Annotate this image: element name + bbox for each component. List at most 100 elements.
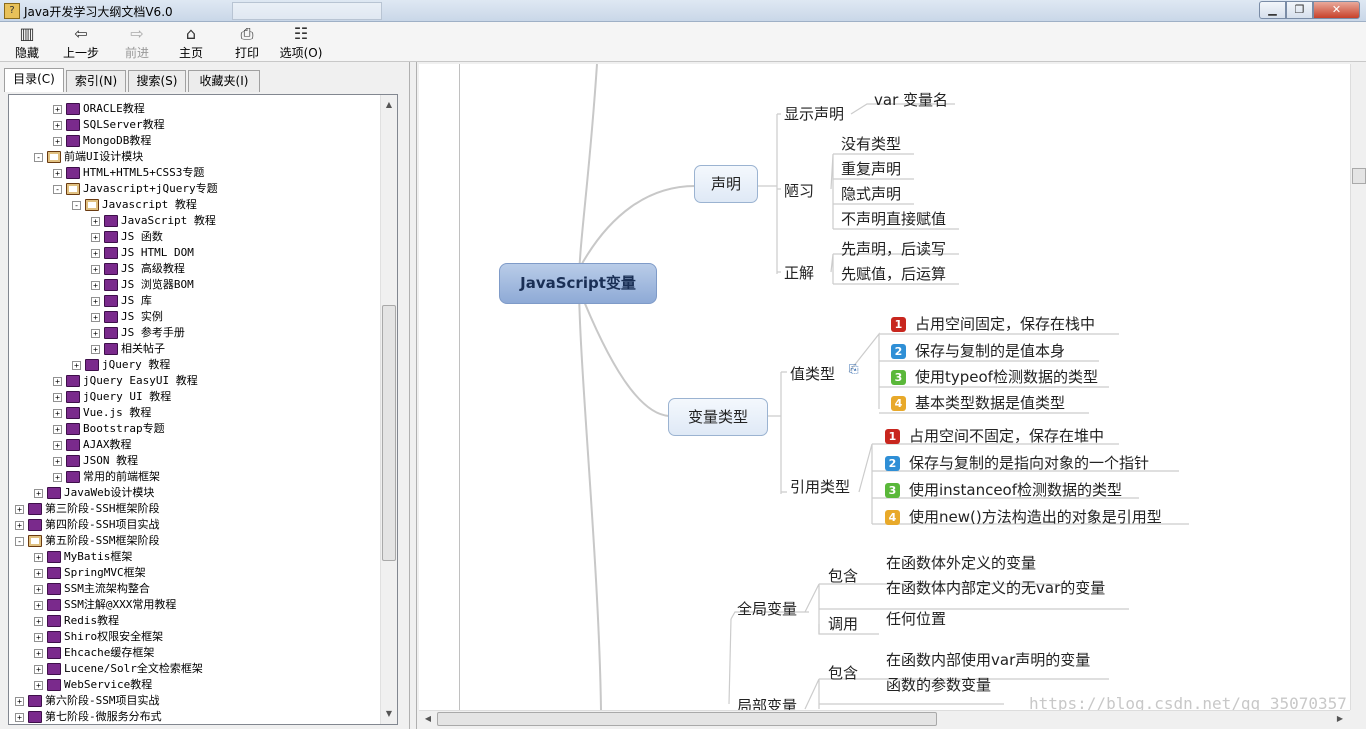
- node-correct-way[interactable]: 正解: [784, 262, 814, 283]
- tree-item[interactable]: + JSON 教程: [53, 453, 138, 469]
- node-var-syntax[interactable]: var 变量名: [874, 89, 948, 110]
- node-global-1[interactable]: 在函数体外定义的变量: [886, 552, 1036, 573]
- node-ref-1[interactable]: 1 占用空间不固定，保存在堆中: [885, 425, 1104, 446]
- collapse-icon[interactable]: -: [34, 152, 43, 162]
- tree-item[interactable]: + jQuery EasyUI 教程: [53, 373, 198, 389]
- expand-icon[interactable]: +: [53, 136, 62, 146]
- node-explicit-declaration[interactable]: 显示声明: [784, 103, 844, 124]
- tree-scrollbar[interactable]: ▲ ▼: [380, 95, 397, 724]
- collapse-icon[interactable]: -: [72, 200, 81, 210]
- tree-item[interactable]: + Shiro权限安全框架: [34, 629, 163, 645]
- expand-icon[interactable]: +: [53, 456, 62, 466]
- tab-index[interactable]: 索引(N): [66, 70, 126, 92]
- tree-item[interactable]: + JS 参考手册: [91, 325, 185, 341]
- node-good-2[interactable]: 先赋值，后运算: [841, 263, 946, 284]
- forward-button[interactable]: ⇨ 前进: [112, 24, 162, 60]
- tree-item[interactable]: + SSM注解@XXX常用教程: [34, 597, 176, 613]
- node-value-type[interactable]: 值类型: [790, 363, 835, 384]
- node-global-call[interactable]: 调用: [828, 613, 858, 634]
- tree-item[interactable]: + WebService教程: [34, 677, 152, 693]
- topic-declaration[interactable]: 声明: [694, 165, 758, 203]
- expand-icon[interactable]: +: [91, 312, 100, 322]
- tree-item[interactable]: + SSM主流架构整合: [34, 581, 150, 597]
- tree-item[interactable]: + HTML+HTML5+CSS3专题: [53, 165, 204, 181]
- options-button[interactable]: ☷ 选项(O): [276, 24, 326, 60]
- expand-icon[interactable]: +: [34, 488, 43, 498]
- node-local-variable[interactable]: 局部变量: [737, 695, 797, 710]
- paperclip-icon[interactable]: ⎘: [849, 362, 859, 377]
- back-button[interactable]: ⇦ 上一步: [56, 24, 106, 60]
- minimize-button[interactable]: ▁: [1259, 1, 1286, 19]
- node-ref-2[interactable]: 2 保存与复制的是指向对象的一个指针: [885, 452, 1149, 473]
- expand-icon[interactable]: +: [91, 248, 100, 258]
- expand-icon[interactable]: +: [53, 120, 62, 130]
- expand-icon[interactable]: +: [53, 440, 62, 450]
- expand-icon[interactable]: +: [91, 216, 100, 226]
- node-ref-3[interactable]: 3 使用instanceof检测数据的类型: [885, 479, 1122, 500]
- expand-icon[interactable]: +: [34, 632, 43, 642]
- expand-icon[interactable]: +: [34, 616, 43, 626]
- expand-icon[interactable]: +: [15, 504, 24, 514]
- node-ref-4[interactable]: 4 使用new()方法构造出的对象是引用型: [885, 506, 1162, 527]
- background-window-tab[interactable]: [232, 2, 382, 20]
- expand-icon[interactable]: +: [15, 520, 24, 530]
- topic-variable-type[interactable]: 变量类型: [668, 398, 768, 436]
- tree-item[interactable]: + Redis教程: [34, 613, 119, 629]
- expand-icon[interactable]: +: [72, 360, 81, 370]
- node-bad-3[interactable]: 隐式声明: [841, 183, 901, 204]
- horizontal-scrollbar[interactable]: ◀ ▶: [419, 710, 1350, 727]
- expand-icon[interactable]: +: [91, 264, 100, 274]
- expand-icon[interactable]: +: [34, 680, 43, 690]
- expand-icon[interactable]: +: [91, 232, 100, 242]
- tree-item[interactable]: + MyBatis框架: [34, 549, 132, 565]
- node-bad-2[interactable]: 重复声明: [841, 158, 901, 179]
- tree-item[interactable]: + jQuery UI 教程: [53, 389, 171, 405]
- expand-icon[interactable]: +: [53, 376, 62, 386]
- tree-item[interactable]: + JS 高级教程: [91, 261, 185, 277]
- node-local-contains[interactable]: 包含: [828, 662, 858, 683]
- scroll-down-icon[interactable]: ▼: [382, 706, 396, 722]
- horizontal-scroll-thumb[interactable]: [437, 712, 937, 726]
- node-local-1[interactable]: 在函数内部使用var声明的变量: [886, 649, 1090, 670]
- expand-icon[interactable]: +: [91, 280, 100, 290]
- node-global-2[interactable]: 在函数体内部定义的无var的变量: [886, 577, 1105, 598]
- tree-item[interactable]: - Javascript 教程: [72, 197, 197, 213]
- tree-scroll-thumb[interactable]: [382, 305, 396, 561]
- tree-item[interactable]: + JS 函数: [91, 229, 163, 245]
- tree-item[interactable]: + SQLServer教程: [53, 117, 165, 133]
- node-global-variable[interactable]: 全局变量: [737, 598, 797, 619]
- vertical-scroll-thumb[interactable]: [1352, 168, 1366, 184]
- tree-item[interactable]: + 常用的前端框架: [53, 469, 160, 485]
- tree-item[interactable]: + JavaScript 教程: [91, 213, 216, 229]
- print-button[interactable]: ⎙ 打印: [222, 24, 272, 60]
- tree-item[interactable]: + jQuery 教程: [72, 357, 170, 373]
- scroll-left-icon[interactable]: ◀: [420, 711, 436, 727]
- expand-icon[interactable]: +: [53, 168, 62, 178]
- node-bad-4[interactable]: 不声明直接赋值: [841, 208, 946, 229]
- hide-button[interactable]: ▥ 隐藏: [2, 24, 52, 60]
- tree-item[interactable]: + JS 实例: [91, 309, 163, 325]
- node-global-contains[interactable]: 包含: [828, 565, 858, 586]
- root-topic[interactable]: JavaScript变量: [499, 263, 657, 304]
- tree-item[interactable]: + Ehcache缓存框架: [34, 645, 154, 661]
- vertical-scrollbar[interactable]: [1350, 64, 1366, 710]
- tab-favorites[interactable]: 收藏夹(I): [188, 70, 260, 92]
- expand-icon[interactable]: +: [34, 648, 43, 658]
- collapse-icon[interactable]: -: [15, 536, 24, 546]
- tree-item[interactable]: + Lucene/Solr全文检索框架: [34, 661, 203, 677]
- tab-search[interactable]: 搜索(S): [128, 70, 186, 92]
- tree-item[interactable]: + MongoDB教程: [53, 133, 151, 149]
- expand-icon[interactable]: +: [91, 344, 100, 354]
- tree-item[interactable]: + ORACLE教程: [53, 101, 145, 117]
- expand-icon[interactable]: +: [53, 472, 62, 482]
- node-good-1[interactable]: 先声明，后读写: [841, 238, 946, 259]
- tree-item[interactable]: + 第七阶段-微服务分布式: [15, 709, 162, 724]
- node-value-4[interactable]: 4 基本类型数据是值类型: [891, 392, 1065, 413]
- tree-item[interactable]: + JS 库: [91, 293, 152, 309]
- expand-icon[interactable]: +: [34, 600, 43, 610]
- tree-item[interactable]: + 第六阶段-SSM项目实战: [15, 693, 160, 709]
- tree-item[interactable]: + Bootstrap专题: [53, 421, 165, 437]
- expand-icon[interactable]: +: [34, 552, 43, 562]
- expand-icon[interactable]: +: [91, 296, 100, 306]
- collapse-icon[interactable]: -: [53, 184, 62, 194]
